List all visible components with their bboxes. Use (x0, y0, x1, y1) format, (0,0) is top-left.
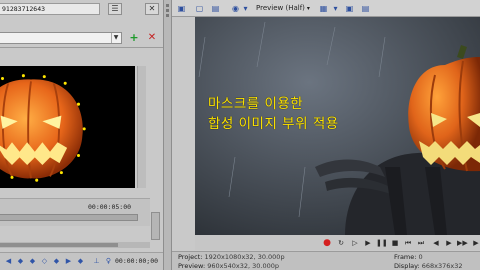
preview-info: Preview: 960x540x32, 30.000p (178, 262, 279, 270)
preview-toolbar: ▣ ▢ ▤ ◉ ▾ Preview (Half) ▾ ▦ ▾ ▣ ▤ (172, 0, 480, 17)
preview-quality-label: Preview (Half) (256, 4, 305, 12)
display-info: Display: 668x376x32 (394, 262, 463, 270)
keyframe-toolbar: ◀ ◆ ◆ ◇ ◆ ▶ ◆ ⊥ ♀ 00:00:00;00 (0, 252, 163, 270)
last-keyframe-icon[interactable]: ▶ (64, 257, 73, 266)
delete-keyframe-icon[interactable]: ◇ (40, 257, 49, 266)
panel-splitter[interactable] (163, 0, 172, 270)
preview-quality-dropdown[interactable]: Preview (Half) ▾ (256, 3, 310, 14)
project-label: Project: (178, 253, 203, 261)
stop-icon[interactable]: ■ (390, 238, 400, 248)
prev-frame-icon[interactable]: ◀ (431, 238, 441, 248)
lock-icon[interactable]: ⊥ (92, 257, 101, 266)
loop-icon[interactable]: ↻ (336, 238, 346, 248)
frame-info: Frame: 0 (394, 253, 423, 261)
preview-status-bar: Project: 1920x1080x32, 30.000p Preview: … (172, 251, 480, 270)
overlays-icon[interactable]: ▦ (318, 3, 329, 14)
video-frame[interactable]: 마스크를 이용한 합성 이미지 부위 적용 (195, 17, 480, 235)
window-icon[interactable]: ▢ (194, 3, 205, 14)
overlay-caption-line1: 마스크를 이용한 (208, 96, 304, 112)
play-icon[interactable]: ▶ (363, 238, 373, 248)
top-row: 91283712643 ☰ ✕ (0, 2, 163, 16)
keyframe-bar[interactable] (0, 214, 138, 221)
close-icon[interactable]: ✕ (145, 3, 159, 15)
scrollbar-thumb[interactable] (0, 243, 118, 247)
go-to-end-icon[interactable]: ⏭ (416, 238, 426, 248)
mask-editor-panel: 91283712643 ☰ ✕ ▼ + ✕ 00:00:05:00 ◀ ◆ ◆ … (0, 0, 163, 270)
grid-view-icon[interactable]: ☰ (108, 3, 122, 15)
transport-controls: ● ↻ ▷ ▶ ❚❚ ■ ⏮ ⏭ ◀ ▶ ▶▶ ▶ (195, 235, 480, 250)
frame-value: 0 (418, 253, 423, 261)
divider-line (0, 47, 163, 48)
timecode-end: 00:00:00;00 (115, 257, 159, 265)
next-frame-icon[interactable]: ▶ (444, 238, 454, 248)
mask-select-row: ▼ + ✕ (0, 30, 163, 46)
preview-value: 960x540x32, 30.000p (207, 262, 279, 270)
chevron-down-icon: ▾ (306, 5, 310, 12)
display-value: 668x376x32 (421, 262, 463, 270)
splitter-grip (166, 9, 169, 12)
pause-icon[interactable]: ❚❚ (376, 238, 388, 248)
next-keyframe-icon[interactable]: ◆ (52, 257, 61, 266)
project-value: 1920x1080x32, 30.000p (204, 253, 285, 261)
video-preview-panel: ▣ ▢ ▤ ◉ ▾ Preview (Half) ▾ ▦ ▾ ▣ ▤ 마스크를 … (172, 0, 480, 270)
overlay-caption-line2: 합성 이미지 부위 적용 (208, 116, 339, 132)
timecode-mid: 00:00:05:00 (88, 203, 132, 211)
keyframe-timeline[interactable]: 00:00:05:00 (0, 198, 150, 226)
slow-play-icon[interactable]: ▶▶ (457, 238, 468, 248)
first-keyframe-icon[interactable]: ◀ (4, 257, 13, 266)
chevron-down-icon: ▼ (111, 33, 120, 43)
save-snapshot-icon[interactable]: ▤ (360, 3, 371, 14)
go-to-start-icon[interactable]: ⏮ (403, 238, 413, 248)
dropdown-arrow-icon[interactable]: ▾ (240, 3, 251, 14)
mask-dropdown[interactable]: ▼ (0, 32, 122, 44)
frame-label: Frame: (394, 253, 417, 261)
timeline-horizontal-scrollbar[interactable] (0, 242, 150, 248)
project-info: Project: 1920x1080x32, 30.000p (178, 253, 285, 261)
play-from-start-icon[interactable]: ▷ (350, 238, 360, 248)
split-screen-icon[interactable]: ▤ (210, 3, 221, 14)
mask-preview-canvas[interactable] (0, 66, 135, 188)
preview-vertical-scrollbar[interactable] (137, 66, 146, 188)
splitter-grip (166, 4, 169, 7)
timeline-vertical-scrollbar[interactable] (151, 212, 160, 240)
prev-keyframe-icon[interactable]: ◆ (16, 257, 25, 266)
masked-pumpkin-image (0, 70, 88, 184)
media-path-field[interactable]: 91283712643 (0, 3, 100, 15)
splitter-grip (166, 14, 169, 17)
preview-label: Preview: (178, 262, 206, 270)
display-label: Display: (394, 262, 420, 270)
monitor-icon[interactable]: ▣ (176, 3, 187, 14)
copy-snapshot-icon[interactable]: ▣ (344, 3, 355, 14)
delete-icon[interactable]: ✕ (146, 32, 158, 44)
sync-cursor-icon[interactable]: ◆ (76, 257, 85, 266)
fast-play-icon[interactable]: ▶ (471, 238, 480, 248)
overlays-dropdown-icon[interactable]: ▾ (330, 3, 341, 14)
add-keyframe-icon[interactable]: ◆ (28, 257, 37, 266)
record-icon[interactable]: ● (322, 238, 332, 248)
add-icon[interactable]: + (128, 32, 140, 44)
pin-icon[interactable]: ♀ (104, 257, 113, 266)
